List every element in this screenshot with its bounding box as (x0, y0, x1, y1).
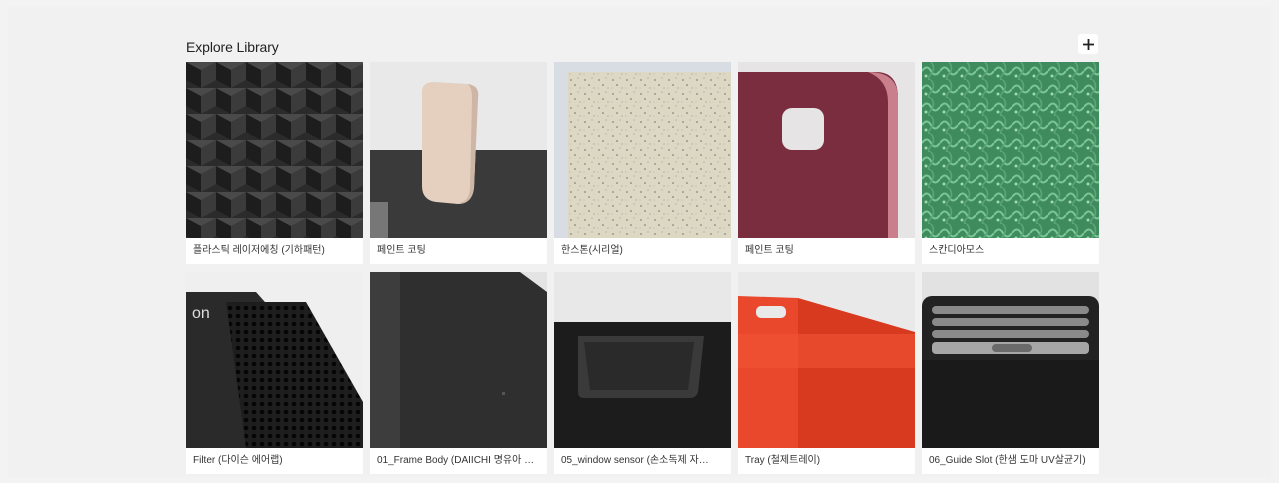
library-card[interactable]: 페인트 코팅 (370, 62, 547, 264)
window-sensor-image (554, 272, 731, 448)
card-thumbnail (738, 62, 915, 238)
card-thumbnail (922, 62, 1099, 238)
library-card[interactable]: 플라스틱 레이저에칭 (기하패턴) (186, 62, 363, 264)
card-label: 스칸디아모스 (929, 245, 985, 256)
card-thumbnail (370, 62, 547, 238)
steel-tray-image (738, 272, 915, 448)
card-label: 페인트 코팅 (377, 245, 426, 256)
geometric-pattern-image (186, 62, 363, 238)
card-label: Tray (철제트레이) (745, 455, 821, 466)
library-header: Explore Library (186, 30, 1098, 58)
add-button[interactable] (1078, 34, 1098, 54)
card-label: 06_Guide Slot (한샘 도마 UV살균기) (929, 455, 1086, 466)
library-card[interactable]: 01_Frame Body (DAIICHI 명유아 … (370, 272, 547, 474)
library-card[interactable]: 한스톤(시리얼) (554, 62, 731, 264)
card-thumbnail: on (186, 272, 363, 448)
card-thumbnail (738, 272, 915, 448)
frame-body-image (370, 272, 547, 448)
library-card[interactable]: 페인트 코팅 (738, 62, 915, 264)
card-label: 한스톤(시리얼) (561, 245, 623, 256)
library-card[interactable]: Tray (철제트레이) (738, 272, 915, 474)
painted-object-image (370, 62, 547, 238)
card-label: 페인트 코팅 (745, 245, 794, 256)
card-label: Filter (다이슨 에어랩) (193, 455, 283, 466)
library-card[interactable]: 06_Guide Slot (한샘 도마 UV살균기) (922, 272, 1099, 474)
moss-image (922, 62, 1099, 238)
plus-icon (1082, 38, 1094, 50)
card-thumbnail (186, 62, 363, 238)
card-thumbnail (554, 62, 731, 238)
guide-slot-image (922, 272, 1099, 448)
card-thumbnail (922, 272, 1099, 448)
explore-library: Explore Library 플라스틱 레이저에칭 (기하패턴) 페인트 코팅… (186, 30, 1099, 474)
svg-text:on: on (192, 305, 210, 322)
library-card[interactable]: on Filter (다이슨 에어랩) (186, 272, 363, 474)
speckled-stone-image (554, 62, 731, 238)
card-label: 01_Frame Body (DAIICHI 명유아 … (377, 455, 535, 466)
library-title: Explore Library (186, 39, 279, 55)
library-card[interactable]: 05_window sensor (손소독제 자… (554, 272, 731, 474)
card-label: 플라스틱 레이저에칭 (기하패턴) (193, 245, 325, 256)
card-thumbnail (554, 272, 731, 448)
library-grid: 플라스틱 레이저에칭 (기하패턴) 페인트 코팅 한스톤(시리얼) 페인트 코팅… (186, 62, 1099, 474)
library-card[interactable]: 스칸디아모스 (922, 62, 1099, 264)
perforated-filter-image: on (186, 272, 363, 448)
card-label: 05_window sensor (손소독제 자… (561, 455, 709, 466)
burgundy-panel-image (738, 62, 915, 238)
card-thumbnail (370, 272, 547, 448)
